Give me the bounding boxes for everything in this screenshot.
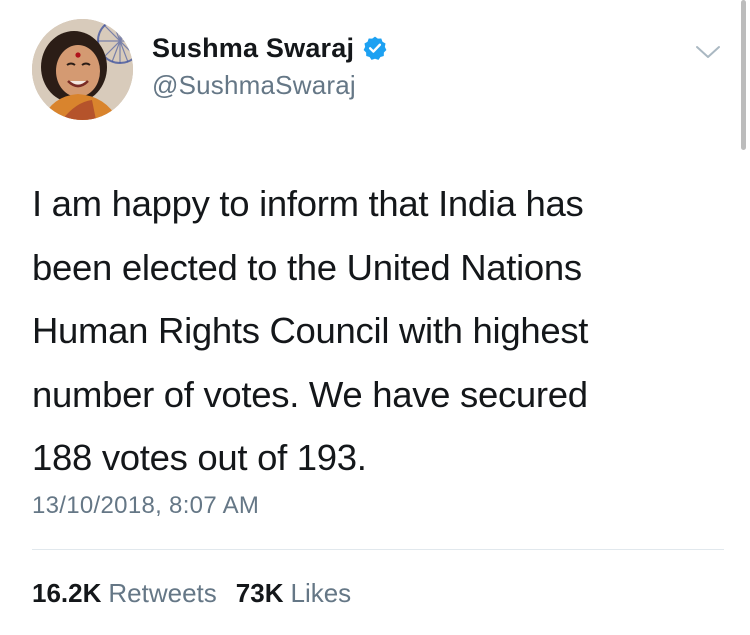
likes-label[interactable]: Likes bbox=[290, 578, 351, 609]
chevron-down-icon[interactable] bbox=[693, 42, 723, 62]
verified-badge-icon bbox=[362, 35, 388, 61]
tweet-text-line: been elected to the United Nations bbox=[32, 246, 582, 288]
tweet-text: I am happy to inform that India has been… bbox=[32, 172, 712, 490]
divider bbox=[32, 549, 724, 550]
tweet-stats: 16.2K Retweets 73K Likes bbox=[32, 578, 351, 609]
user-name-row[interactable]: Sushma Swaraj bbox=[152, 30, 388, 66]
tweet-text-line: number of votes. We have secured bbox=[32, 373, 588, 415]
tweet-text-line: I am happy to inform that India has bbox=[32, 183, 584, 224]
tweet-timestamp[interactable]: 13/10/2018, 8:07 AM bbox=[32, 492, 259, 520]
tweet-text-line: Human Rights Council with highest bbox=[32, 310, 589, 351]
avatar[interactable] bbox=[32, 19, 133, 120]
tweet-text-line: 188 votes out of 193. bbox=[32, 437, 367, 478]
user-name[interactable]: Sushma Swaraj bbox=[152, 33, 354, 64]
likes-count[interactable]: 73K bbox=[236, 578, 284, 609]
profile-photo bbox=[32, 19, 133, 120]
user-handle[interactable]: @SushmaSwaraj bbox=[152, 70, 356, 101]
retweets-count[interactable]: 16.2K bbox=[32, 578, 101, 609]
scrollbar[interactable] bbox=[741, 0, 746, 150]
tweet-card: Sushma Swaraj @SushmaSwaraj I am happy t… bbox=[0, 0, 750, 635]
retweets-label[interactable]: Retweets bbox=[108, 578, 216, 609]
